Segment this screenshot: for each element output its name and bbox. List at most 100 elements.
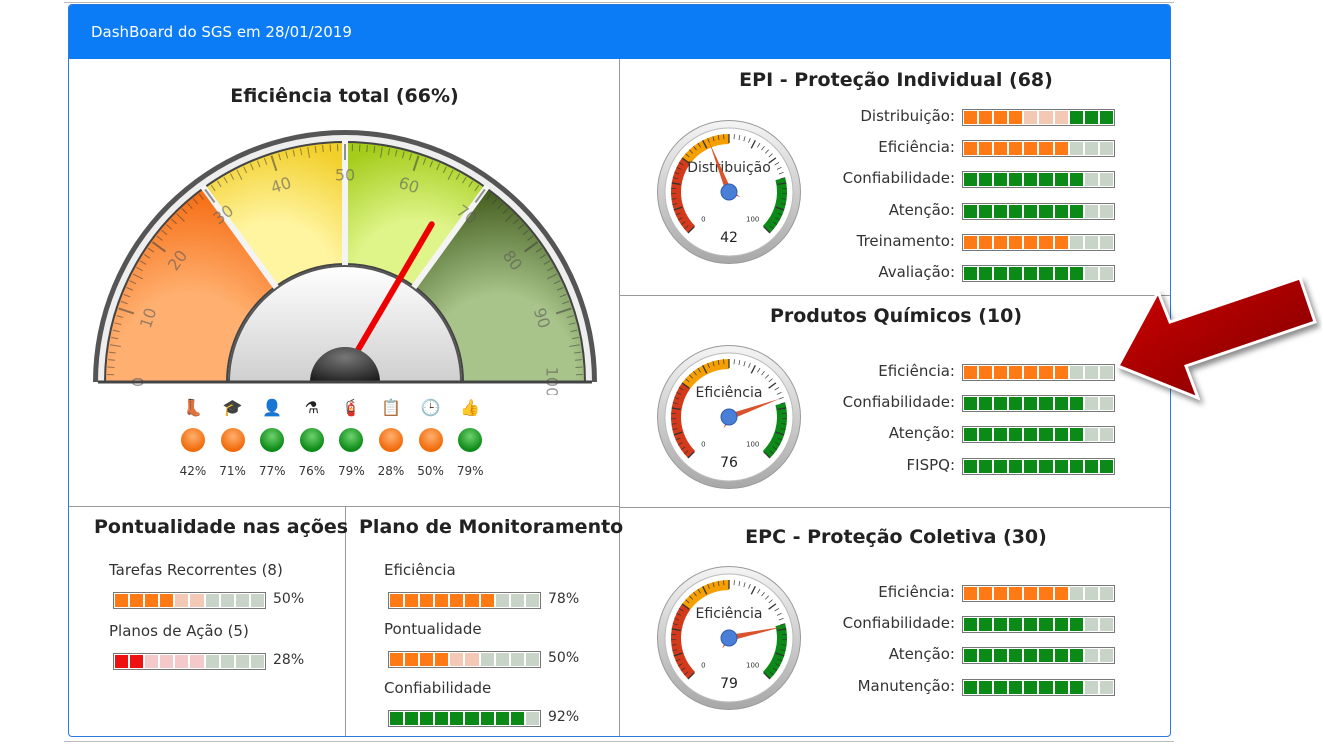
graduation-cap-icon: 🎓 bbox=[222, 398, 243, 417]
bar-label: Eficiência: bbox=[878, 362, 955, 380]
clock-icon: 🕒 bbox=[420, 398, 441, 417]
bar-segment bbox=[994, 235, 1008, 249]
bar-segment bbox=[1084, 366, 1098, 379]
bar-segment bbox=[979, 459, 993, 473]
bar-segment bbox=[964, 204, 978, 218]
progress-bar bbox=[388, 651, 541, 668]
list-label: Tarefas Recorrentes (8) bbox=[109, 561, 283, 579]
bar-segment bbox=[450, 594, 464, 607]
bar-label: Manutenção: bbox=[857, 676, 955, 695]
bar-segment bbox=[1069, 204, 1083, 218]
bar-segment bbox=[1024, 235, 1038, 249]
bar-segment bbox=[1039, 173, 1053, 187]
bar-segment bbox=[994, 680, 1008, 694]
list-label: Pontualidade bbox=[384, 620, 482, 638]
bar-segment bbox=[994, 142, 1008, 156]
bar-segment bbox=[994, 649, 1008, 663]
list-percent: 92% bbox=[548, 709, 580, 725]
divider bbox=[345, 507, 346, 736]
bar-segment bbox=[1069, 235, 1083, 249]
bar-segment bbox=[1084, 111, 1098, 124]
progress-bar bbox=[113, 592, 266, 609]
bar-segment bbox=[1099, 173, 1113, 187]
bar-segment bbox=[1069, 111, 1083, 124]
bar-segment bbox=[1084, 204, 1098, 218]
bar-segment bbox=[420, 594, 434, 607]
indicator-status-dot bbox=[181, 428, 205, 452]
bar-segment bbox=[1069, 173, 1083, 187]
bar-segment bbox=[979, 204, 993, 218]
bar-segment bbox=[1099, 587, 1113, 600]
bar-segment bbox=[1024, 204, 1038, 218]
bar-segment bbox=[1099, 111, 1113, 124]
total-efficiency-gauge: 0102030405060708090100 bbox=[93, 130, 597, 395]
bar-segment bbox=[1084, 618, 1098, 632]
progress-bar bbox=[388, 710, 541, 727]
bar-segment bbox=[1069, 366, 1083, 379]
gauge-max-label: 100 bbox=[746, 662, 759, 670]
bar-segment bbox=[1024, 111, 1038, 124]
total-title: Eficiência total (66%) bbox=[230, 85, 459, 107]
bar-segment bbox=[1039, 366, 1053, 379]
bar-segment bbox=[1039, 587, 1053, 600]
bar-segment bbox=[1009, 397, 1023, 411]
bar-segment bbox=[1009, 618, 1023, 632]
progress-bar bbox=[962, 585, 1115, 602]
bar-segment bbox=[1009, 111, 1023, 124]
bar-segment bbox=[175, 594, 189, 607]
gauge-label: Distribuição bbox=[687, 160, 771, 176]
bar-segment bbox=[495, 594, 509, 607]
bar-segment bbox=[1024, 649, 1038, 663]
user-check-icon: 👤 bbox=[262, 398, 283, 417]
bar-label: Atenção: bbox=[888, 200, 955, 219]
bar-segment bbox=[1069, 397, 1083, 411]
progress-bar bbox=[388, 592, 541, 609]
indicator-status-dot bbox=[339, 428, 364, 452]
progress-bar bbox=[113, 653, 266, 670]
bar-segment bbox=[510, 594, 524, 607]
gauge-min-label: 0 bbox=[701, 216, 705, 224]
bar-segment bbox=[1084, 680, 1098, 694]
bar-segment bbox=[1099, 142, 1113, 156]
bar-segment bbox=[1099, 235, 1113, 249]
bar-segment bbox=[1039, 235, 1053, 249]
bar-segment bbox=[1039, 142, 1053, 156]
bar-segment bbox=[1009, 587, 1023, 600]
bar-segment bbox=[964, 459, 978, 473]
thumbs-up-icon: 👍 bbox=[460, 398, 481, 417]
indicator-percent: 79% bbox=[456, 464, 484, 478]
card-header: DashBoard do SGS em 28/01/2019 bbox=[69, 5, 1170, 59]
bar-segment bbox=[1069, 618, 1083, 632]
indicator-percent: 77% bbox=[258, 464, 286, 478]
bar-segment bbox=[235, 594, 249, 607]
bar-segment bbox=[964, 397, 978, 411]
bar-segment bbox=[1069, 428, 1083, 442]
bar-segment bbox=[160, 655, 174, 668]
bar-segment bbox=[1084, 587, 1098, 600]
progress-bar bbox=[962, 364, 1115, 381]
indicator-status-dot bbox=[220, 428, 245, 452]
divider bbox=[69, 506, 620, 507]
indicator-percent: 28% bbox=[377, 464, 405, 478]
bar-segment bbox=[205, 594, 219, 607]
bar-label: Confiabilidade: bbox=[842, 393, 955, 412]
bar-segment bbox=[979, 587, 993, 600]
indicator-status-dot bbox=[458, 428, 483, 452]
bar-segment bbox=[1009, 649, 1023, 663]
bar-segment bbox=[190, 655, 204, 668]
bar-segment bbox=[420, 653, 434, 666]
bar-segment bbox=[964, 366, 978, 379]
bar-segment bbox=[1084, 428, 1098, 442]
bar-segment bbox=[1054, 428, 1068, 442]
bar-segment bbox=[1009, 428, 1023, 442]
bar-segment bbox=[405, 712, 419, 725]
bar-segment bbox=[1084, 173, 1098, 187]
bar-segment bbox=[1039, 618, 1053, 632]
bar-segment bbox=[979, 366, 993, 379]
bar-segment bbox=[1099, 459, 1113, 473]
list-label: Confiabilidade bbox=[384, 679, 492, 697]
bar-segment bbox=[220, 655, 234, 668]
bar-segment bbox=[979, 618, 993, 632]
clipboard-check-icon: 📋 bbox=[381, 398, 401, 417]
bar-segment bbox=[235, 655, 249, 668]
